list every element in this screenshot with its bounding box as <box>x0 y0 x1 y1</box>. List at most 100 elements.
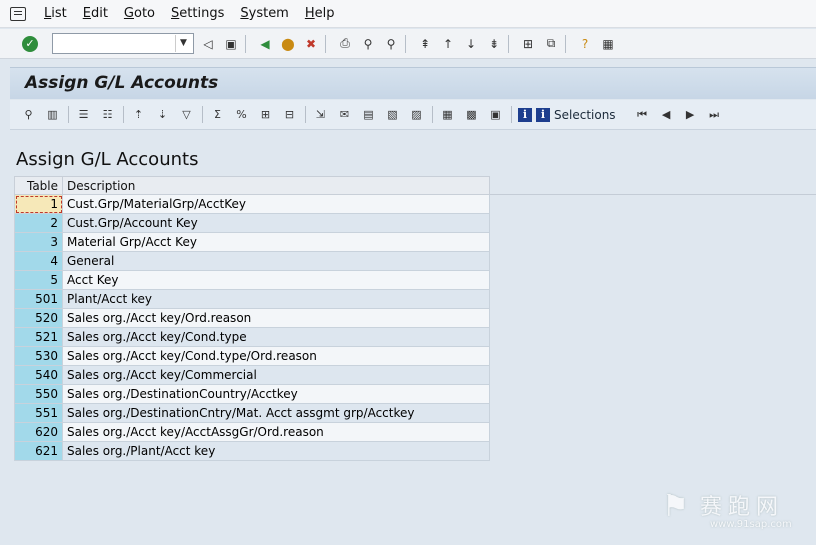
watermark: ⚑ 赛跑网 www.91sap.com <box>662 487 812 537</box>
word-processing-icon[interactable]: ▧ <box>384 106 401 123</box>
gl-assignment-table: Table Description 1 Cust.Grp/MaterialGrp… <box>14 176 490 461</box>
next-icon[interactable]: ▶ <box>682 106 699 123</box>
first-icon[interactable]: ⏮ <box>634 106 651 123</box>
command-field[interactable]: ▼ <box>52 33 194 54</box>
customize-layout-icon[interactable]: ▦ <box>599 35 617 53</box>
table-row[interactable]: 1 Cust.Grp/MaterialGrp/AcctKey <box>14 194 490 214</box>
table-cell-number[interactable]: 530 <box>14 346 63 366</box>
table-row[interactable]: 550 Sales org./DestinationCountry/Acctke… <box>14 384 490 404</box>
table-cell-number[interactable]: 4 <box>14 251 63 271</box>
toolbar-separator <box>68 106 69 123</box>
table-cell-number[interactable]: 620 <box>14 422 63 442</box>
table-row[interactable]: 2 Cust.Grp/Account Key <box>14 213 490 233</box>
table-row[interactable]: 501 Plant/Acct key <box>14 289 490 309</box>
table-row[interactable]: 520 Sales org./Acct key/Ord.reason <box>14 308 490 328</box>
table-row[interactable]: 4 General <box>14 251 490 271</box>
table-cell-number[interactable]: 3 <box>14 232 63 252</box>
table-cell-description[interactable]: General <box>62 251 490 271</box>
chevron-down-icon[interactable]: ▼ <box>175 35 191 52</box>
mail-icon[interactable]: ✉ <box>336 106 353 123</box>
table-cell-number[interactable]: 621 <box>14 441 63 461</box>
menu-icon[interactable] <box>10 6 26 21</box>
collapse-icon[interactable]: ⊟ <box>281 106 298 123</box>
table-cell-description[interactable]: Sales org./DestinationCountry/Acctkey <box>62 384 490 404</box>
table-cell-number[interactable]: 521 <box>14 327 63 347</box>
table-row[interactable]: 5 Acct Key <box>14 270 490 290</box>
table-cell-description[interactable]: Material Grp/Acct Key <box>62 232 490 252</box>
table-cell-number[interactable]: 520 <box>14 308 63 328</box>
previous-page-icon[interactable]: ↑ <box>439 35 457 53</box>
table-cell-description[interactable]: Sales org./DestinationCntry/Mat. Acct as… <box>62 403 490 423</box>
previous-icon[interactable]: ◀ <box>658 106 675 123</box>
choose-columns-icon[interactable]: ▥ <box>44 106 61 123</box>
selections-button[interactable]: Selections <box>554 108 616 122</box>
sort-ascending-icon[interactable]: ⇡ <box>130 106 147 123</box>
sort-descending-icon[interactable]: ⇣ <box>154 106 171 123</box>
table-cell-number[interactable]: 551 <box>14 403 63 423</box>
new-session-icon[interactable]: ⊞ <box>519 35 537 53</box>
enter-check-icon[interactable]: ✓ <box>22 35 38 52</box>
table-cell-number[interactable]: 2 <box>14 213 63 233</box>
menu-system[interactable]: System <box>232 6 297 21</box>
table-cell-description[interactable]: Sales org./Acct key/Cond.type <box>62 327 490 347</box>
column-header-table[interactable]: Table <box>14 176 63 195</box>
shortcut-icon[interactable]: ⧉ <box>542 35 560 53</box>
table-row[interactable]: 620 Sales org./Acct key/AcctAssgGr/Ord.r… <box>14 422 490 442</box>
find-icon[interactable]: ⚲ <box>359 35 377 53</box>
details-icon[interactable]: ⚲ <box>20 106 37 123</box>
export-icon[interactable]: ⇲ <box>312 106 329 123</box>
subtotal-icon[interactable]: % <box>233 106 250 123</box>
change-layout-icon[interactable]: ▦ <box>439 106 456 123</box>
menu-settings[interactable]: Settings <box>163 6 232 21</box>
table-cell-description[interactable]: Cust.Grp/Account Key <box>62 213 490 233</box>
total-icon[interactable]: Σ <box>209 106 226 123</box>
table-cell-description[interactable]: Sales org./Acct key/Cond.type/Ord.reason <box>62 346 490 366</box>
expand-icon[interactable]: ⊞ <box>257 106 274 123</box>
table-cell-description[interactable]: Sales org./Acct key/Commercial <box>62 365 490 385</box>
save-layout-icon[interactable]: ▣ <box>487 106 504 123</box>
table-cell-description[interactable]: Plant/Acct key <box>62 289 490 309</box>
back-icon[interactable]: ◀ <box>256 35 274 53</box>
select-all-icon[interactable]: ☰ <box>75 106 92 123</box>
table-cell-number[interactable]: 550 <box>14 384 63 404</box>
table-cell-description[interactable]: Sales org./Acct key/AcctAssgGr/Ord.reaso… <box>62 422 490 442</box>
local-file-icon[interactable]: ▨ <box>408 106 425 123</box>
cancel-icon[interactable]: ✖ <box>302 35 320 53</box>
deselect-all-icon[interactable]: ☷ <box>99 106 116 123</box>
collapse-left-icon[interactable]: ◁ <box>199 35 217 53</box>
table-row[interactable]: 540 Sales org./Acct key/Commercial <box>14 365 490 385</box>
last-icon[interactable]: ⏭ <box>706 106 723 123</box>
command-input[interactable] <box>53 34 177 53</box>
column-header-description[interactable]: Description <box>62 176 490 195</box>
table-row[interactable]: 530 Sales org./Acct key/Cond.type/Ord.re… <box>14 346 490 366</box>
table-cell-description[interactable]: Sales org./Acct key/Ord.reason <box>62 308 490 328</box>
table-cell-number[interactable]: 501 <box>14 289 63 309</box>
next-page-icon[interactable]: ↓ <box>462 35 480 53</box>
menu-goto[interactable]: Goto <box>116 6 163 21</box>
table-cell-number[interactable]: 5 <box>14 270 63 290</box>
exit-icon[interactable]: ⬤ <box>279 35 297 53</box>
table-row[interactable]: 551 Sales org./DestinationCntry/Mat. Acc… <box>14 403 490 423</box>
help-icon[interactable]: ? <box>576 35 594 53</box>
table-cell-description[interactable]: Cust.Grp/MaterialGrp/AcctKey <box>62 194 490 214</box>
table-row[interactable]: 3 Material Grp/Acct Key <box>14 232 490 252</box>
menu-help[interactable]: Help <box>297 6 343 21</box>
select-layout-icon[interactable]: ▩ <box>463 106 480 123</box>
selections-info-icon[interactable]: i <box>536 107 550 122</box>
table-row[interactable]: 621 Sales org./Plant/Acct key <box>14 441 490 461</box>
find-next-icon[interactable]: ⚲ <box>382 35 400 53</box>
print-icon[interactable]: ⎙ <box>336 35 354 53</box>
filter-icon[interactable]: ▽ <box>178 106 195 123</box>
menu-list[interactable]: List <box>36 6 75 21</box>
information-icon[interactable]: i <box>518 107 532 122</box>
spreadsheet-icon[interactable]: ▤ <box>360 106 377 123</box>
save-icon[interactable]: ▣ <box>222 35 240 53</box>
table-cell-number[interactable]: 540 <box>14 365 63 385</box>
last-page-icon[interactable]: ⇟ <box>485 35 503 53</box>
table-cell-number[interactable]: 1 <box>14 194 63 214</box>
table-row[interactable]: 521 Sales org./Acct key/Cond.type <box>14 327 490 347</box>
table-cell-description[interactable]: Acct Key <box>62 270 490 290</box>
menu-edit[interactable]: Edit <box>75 6 116 21</box>
first-page-icon[interactable]: ⇞ <box>416 35 434 53</box>
table-cell-description[interactable]: Sales org./Plant/Acct key <box>62 441 490 461</box>
